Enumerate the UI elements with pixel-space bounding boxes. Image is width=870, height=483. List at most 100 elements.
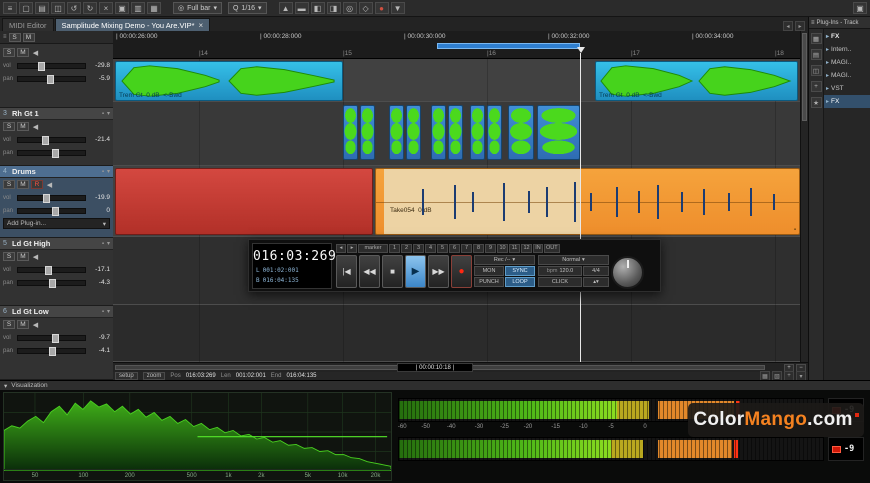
punch-in-button[interactable]: IN [533,244,543,253]
monitor-volume-knob[interactable] [611,256,644,289]
slider-handle[interactable] [43,194,50,203]
marker-dropdown[interactable]: marker [358,244,388,253]
timeline-ruler[interactable]: | 00:00:26:000| 00:00:28:000| 00:00:30:0… [113,31,800,59]
locator-button-4[interactable]: 4 [425,244,436,253]
locator-button-1[interactable]: 1 [389,244,400,253]
mixer-icon[interactable]: ▦ [147,2,161,14]
tab-project[interactable]: Samplitude Mixing Demo - You Are.VIP* × [55,18,211,31]
slider-handle[interactable] [52,149,59,158]
lock-icon[interactable]: ▪ [102,241,104,247]
locator-button-8[interactable]: 8 [473,244,484,253]
track-header-5[interactable]: 5 Ld Gt High ▪ ▾ S M ◀ vol -17.1 pan -4.… [0,238,113,306]
plugin-tree-item[interactable]: ▸FX [824,95,870,108]
locator-button-12[interactable]: 12 [521,244,532,253]
cut-icon[interactable]: × [99,2,113,14]
scrub-tool-icon[interactable]: ◇ [359,2,373,14]
ruler-selection-range[interactable] [437,43,580,49]
to-start-button[interactable]: |◀ [336,255,357,288]
solo-button[interactable]: S [3,180,15,189]
audio-object-segment[interactable] [508,105,534,160]
speaker-icon[interactable]: ◀ [45,181,54,189]
plugin-tree-item[interactable]: ▸VST [824,82,870,95]
snap-dropdown[interactable]: ◎ Full bar ▾ [173,2,222,14]
mute-button[interactable]: M [17,48,29,57]
tab-scroll-left-icon[interactable]: ◂ [783,21,793,31]
forward-button[interactable]: ▶▶ [428,255,449,288]
slider-handle[interactable] [47,75,54,84]
track-menu-icon[interactable]: ≡ [3,34,7,40]
bpm-field[interactable]: bpm 120.0 [538,266,582,276]
audio-object-segment[interactable] [406,105,421,160]
volume-slider[interactable] [17,335,86,341]
mouse-mode-icon[interactable]: ▲ [279,2,293,14]
locator-button-10[interactable]: 10 [497,244,508,253]
locator-button-6[interactable]: 6 [449,244,460,253]
collapse-icon[interactable]: ▾ [107,110,110,117]
open-project-icon[interactable]: ▤ [35,2,49,14]
track-header-2[interactable]: S M ◀ vol -29.8 pan -5.9 [0,44,113,108]
locator-button-9[interactable]: 9 [485,244,496,253]
click-button[interactable]: CLICK [538,277,582,287]
audio-object-segment[interactable] [389,105,404,160]
audio-object-segment[interactable] [431,105,446,160]
pan-slider[interactable] [17,76,86,82]
tab-midi-editor[interactable]: MIDI Editor [2,18,54,31]
loop-button[interactable]: LOOP [505,277,535,287]
locator-button-5[interactable]: 5 [437,244,448,253]
tempo-spinner[interactable]: ▴▾ [583,277,609,287]
play-mode-dropdown[interactable]: Normal ▾ [538,255,609,265]
favorites-icon[interactable]: ★ [811,97,822,108]
track-name-row[interactable]: 4 Drums ▪ ▾ [0,166,113,178]
audio-object-segment[interactable] [360,105,375,160]
collapse-icon[interactable]: ▾ [107,168,110,175]
mute-button[interactable]: M [17,252,29,261]
monitor-icon[interactable]: ▦ [811,33,822,44]
locator-button-2[interactable]: 2 [401,244,412,253]
slider-handle[interactable] [49,347,56,356]
slider-handle[interactable] [49,279,56,288]
quantize-dropdown[interactable]: Q 1/16 ▾ [228,2,267,14]
time-signature-field[interactable]: 4/4 [583,266,609,276]
next-marker-button[interactable]: ▸ [347,244,357,253]
volume-slider[interactable] [17,267,86,273]
track-name-row[interactable]: 6 Ld Gt Low ▪ ▾ [0,306,113,318]
arrange-horizontal-scrollbar[interactable]: | 00:00:10:18 | + − [113,362,808,372]
audio-object-trem-2[interactable]: Trem Gt 0 dB <-Bwd [595,61,798,101]
lane-ldgtlow[interactable] [113,305,800,362]
add-icon[interactable]: + [811,81,822,92]
pan-slider[interactable] [17,208,86,214]
prev-marker-button[interactable]: ◂ [336,244,346,253]
curve-tool-icon[interactable]: ◨ [327,2,341,14]
track-header-4-drums[interactable]: 4 Drums ▪ ▾ S M R ◀ vol -19.9 pan 0 [0,166,113,238]
slider-handle[interactable] [38,62,45,71]
docker-menu-icon[interactable]: ≡ [811,20,815,26]
add-plugin-dropdown[interactable]: Add Plug-in... ▾ [3,218,110,229]
monitor-button[interactable]: MON [474,266,504,276]
audio-object-segment[interactable] [448,105,463,160]
record-settings-icon[interactable]: ● [375,2,389,14]
audio-object-take054[interactable]: Take054 0 dB ▪ [375,168,800,235]
volume-slider[interactable] [17,195,86,201]
slider-handle[interactable] [52,207,59,216]
track-name-row[interactable]: 3 Rh Gt 1 ▪ ▾ [0,108,113,120]
audio-object-segment[interactable] [537,105,580,160]
visualization-titlebar[interactable]: ▾ Visualization [0,380,870,390]
volume-slider[interactable] [17,63,86,69]
locator-button-7[interactable]: 7 [461,244,472,253]
audio-object-segment[interactable] [487,105,502,160]
metronome-icon[interactable]: ▼ [391,2,405,14]
record-arm-button[interactable]: R [31,180,43,189]
pan-slider[interactable] [17,150,86,156]
zoom-tool-icon[interactable]: ◎ [343,2,357,14]
docker-title[interactable]: ≡ Plug-Ins - Track [809,17,870,29]
volume-slider[interactable] [17,137,86,143]
rewind-button[interactable]: ◀◀ [359,255,380,288]
audio-object-segment[interactable] [470,105,485,160]
locator-button-11[interactable]: 11 [509,244,520,253]
slider-handle[interactable] [42,136,49,145]
zoom-preset-button[interactable]: zoom [143,372,166,380]
lock-icon[interactable]: ▪ [794,227,796,233]
slider-handle[interactable] [52,334,59,343]
visualization-collapse-icon[interactable]: ▾ [4,382,7,390]
tab-scroll-right-icon[interactable]: ▸ [795,21,805,31]
